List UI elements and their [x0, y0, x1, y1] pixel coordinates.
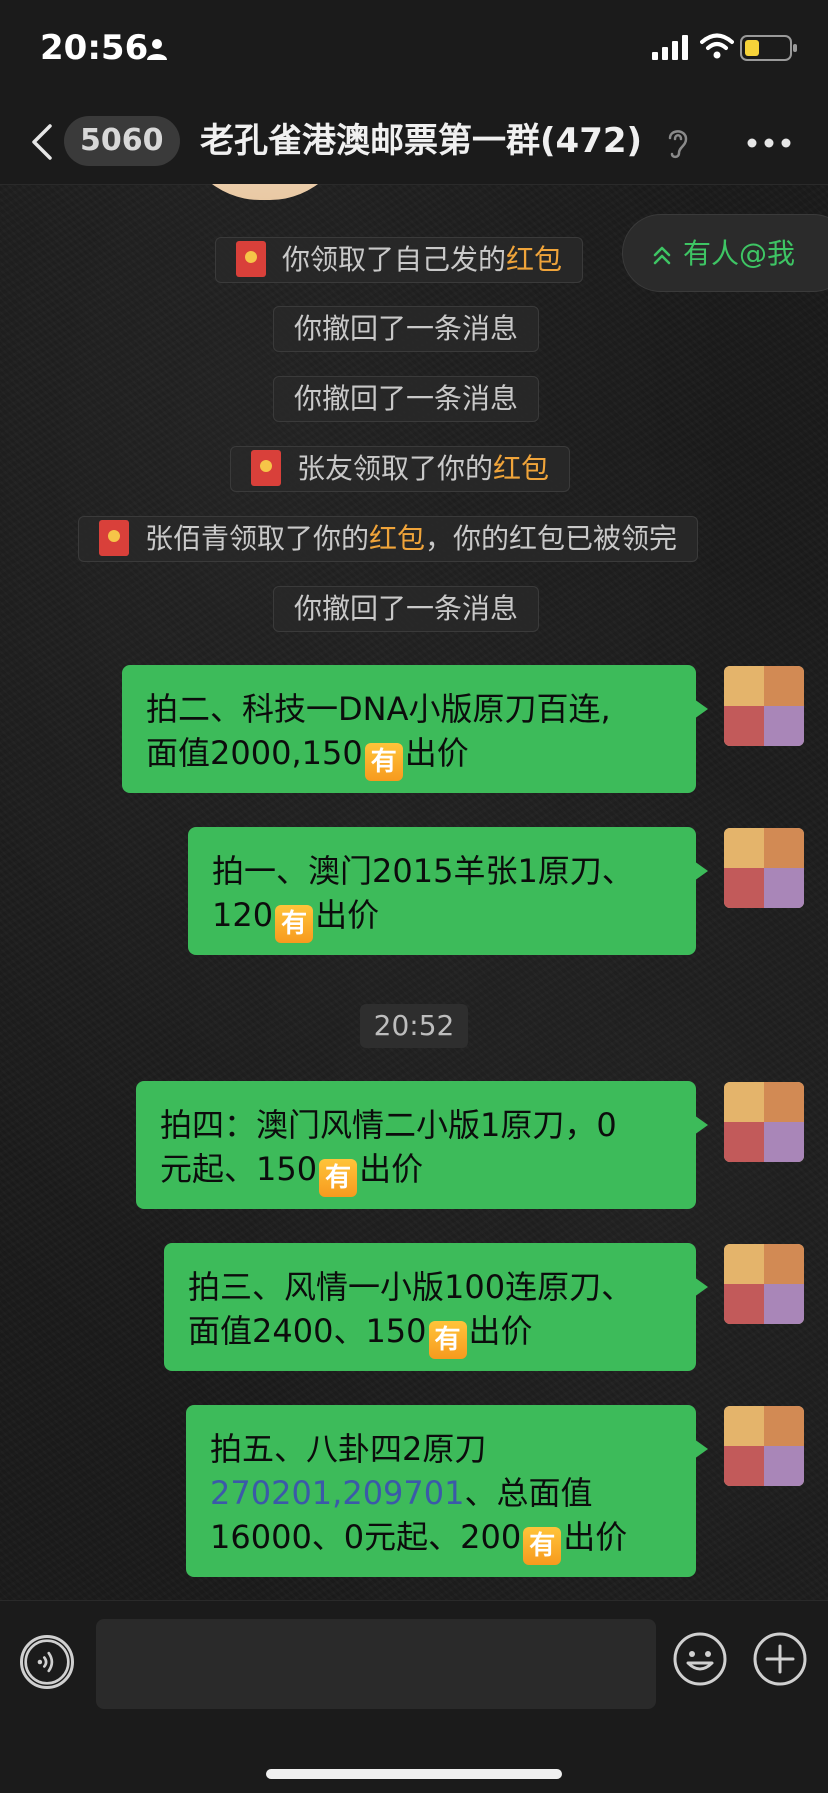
- emoji-icon[interactable]: [672, 1631, 728, 1687]
- more-icon[interactable]: [746, 136, 792, 150]
- signal-icon: [652, 35, 688, 60]
- avatar[interactable]: [724, 1406, 804, 1486]
- avatar[interactable]: [724, 828, 804, 908]
- voice-icon[interactable]: [20, 1635, 74, 1689]
- you-badge-icon: 有: [319, 1159, 358, 1197]
- input-bar: [0, 1600, 828, 1793]
- chat-title: 老孔雀港澳邮票第一群(472): [200, 121, 643, 161]
- you-badge-icon: 有: [523, 1527, 562, 1565]
- system-notice-recall: 你撤回了一条消息: [273, 586, 540, 632]
- message-bubble[interactable]: 拍三、风情一小版100连原刀、 面值2400、150 有出价: [164, 1243, 708, 1371]
- ear-icon[interactable]: [666, 126, 690, 160]
- mention-me-button[interactable]: 有人@我: [622, 214, 828, 292]
- unread-count-badge[interactable]: 5060: [64, 116, 180, 166]
- message-bubble[interactable]: 拍四：澳门风情二小版1原刀，0 元起、150 有出价: [136, 1081, 708, 1209]
- plus-icon[interactable]: [752, 1631, 808, 1687]
- phone-number-link[interactable]: 270201,209701: [210, 1474, 464, 1512]
- red-packet-icon: [236, 241, 266, 277]
- message-bubble[interactable]: 拍一、澳门2015羊张1原刀、 120 有出价: [188, 827, 708, 955]
- message-bubble[interactable]: 拍五、八卦四2原刀 270201,209701、总面值 16000、0元起、20…: [186, 1405, 708, 1577]
- red-packet-link[interactable]: 红包: [506, 243, 562, 276]
- system-notice-recall: 你撤回了一条消息: [273, 376, 540, 422]
- system-notice-recall: 你撤回了一条消息: [273, 306, 540, 352]
- mention-label: 有人@我: [683, 237, 796, 270]
- wifi-icon: [700, 33, 734, 59]
- you-badge-icon: 有: [364, 743, 403, 781]
- back-icon[interactable]: [28, 122, 56, 162]
- system-notice-red-packet: 你领取了自己发的红包: [215, 237, 584, 283]
- system-notice-red-packet: 张佰青领取了你的红包，你的红包已被领完: [78, 516, 699, 562]
- person-icon: [147, 39, 167, 60]
- avatar[interactable]: [724, 1244, 804, 1324]
- avatar[interactable]: [724, 1082, 804, 1162]
- red-packet-link[interactable]: 红包: [493, 452, 549, 485]
- nav-bar: 5060 老孔雀港澳邮票第一群(472): [0, 100, 828, 185]
- red-packet-icon: [251, 450, 281, 486]
- time-separator: 20:52: [360, 1004, 468, 1048]
- home-indicator: [266, 1769, 562, 1779]
- status-time: 20:56: [40, 28, 149, 68]
- battery-icon: [740, 35, 797, 61]
- you-badge-icon: 有: [275, 905, 314, 943]
- system-notice-red-packet: 张友领取了你的红包: [230, 446, 571, 492]
- avatar[interactable]: [724, 666, 804, 746]
- double-chevron-up-icon: [653, 246, 671, 265]
- red-packet-link[interactable]: 红包: [369, 522, 425, 555]
- message-input[interactable]: [96, 1619, 656, 1709]
- you-badge-icon: 有: [428, 1321, 467, 1359]
- status-bar: 20:56: [0, 0, 828, 100]
- message-bubble[interactable]: 拍二、科技一DNA小版原刀百连, 面值2000,150 有出价: [122, 665, 708, 793]
- red-packet-icon: [99, 520, 129, 556]
